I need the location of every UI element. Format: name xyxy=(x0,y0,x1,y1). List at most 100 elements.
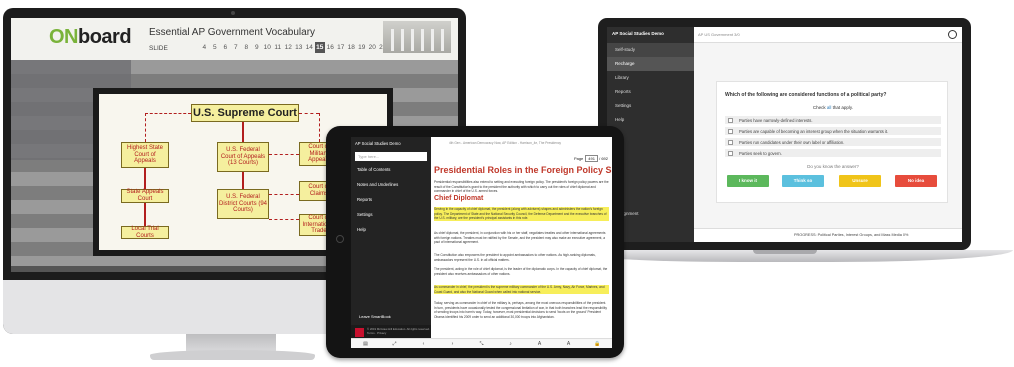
slide-number[interactable]: 13 xyxy=(294,42,305,53)
slide-number[interactable]: 14 xyxy=(304,42,315,53)
slide-number[interactable]: 16 xyxy=(325,42,336,53)
arrow xyxy=(144,203,146,226)
onboard-header: ONboard Essential AP Government Vocabula… xyxy=(11,18,458,60)
answer-option[interactable]: Parties run candidates under their own l… xyxy=(725,138,941,146)
i-know-it-button[interactable]: I know it xyxy=(727,175,769,187)
user-icon[interactable] xyxy=(948,30,957,39)
tablet-app-name: AP Social Studies Demo xyxy=(355,141,401,146)
laptop: AP Social Studies Demo Self-study Rechar… xyxy=(598,18,971,250)
lock-icon[interactable]: 🔒 xyxy=(583,339,612,348)
slide-number[interactable]: 10 xyxy=(262,42,273,53)
question-text: Which of the following are considered fu… xyxy=(725,92,887,98)
nav-settings[interactable]: Settings xyxy=(351,207,431,222)
tablet: AP Social Studies Demo Type here... Tabl… xyxy=(326,126,624,358)
checkbox-icon[interactable] xyxy=(728,128,733,134)
camera-dot xyxy=(231,11,235,15)
nav-self-study[interactable]: Self-study xyxy=(607,43,694,57)
box-highest-state: Highest State Court of Appeals xyxy=(121,142,169,168)
tablet-sidebar: AP Social Studies Demo Type here... Tabl… xyxy=(351,137,431,348)
box-fed-district: U.S. Federal District Courts (94 Courts) xyxy=(217,189,269,219)
answer-option[interactable]: Parties have narrowly-defined interests. xyxy=(725,116,941,124)
nav-table-of-contents[interactable]: Table of Contents xyxy=(351,162,431,177)
box-state-appeals: State Appeals Court xyxy=(121,189,169,203)
laptop-breadcrumb: AP US Government 3/0 xyxy=(698,32,740,37)
nav-reports[interactable]: Reports xyxy=(351,192,431,207)
body-paragraph: The Constitution also empowers the presi… xyxy=(434,253,596,262)
capitol-image xyxy=(383,21,451,53)
nav-library[interactable]: Library xyxy=(607,71,694,85)
question-area: Which of the following are considered fu… xyxy=(694,43,962,228)
no-idea-button[interactable]: No idea xyxy=(895,175,937,187)
next-page-icon[interactable]: › xyxy=(438,339,467,348)
nav-reports[interactable]: Reports xyxy=(607,85,694,99)
laptop-notch xyxy=(753,250,817,254)
page-input[interactable]: 491 xyxy=(585,155,598,162)
slide-number[interactable]: 9 xyxy=(252,42,263,53)
slide-number[interactable]: 5 xyxy=(210,42,221,53)
leave-smartbook-link[interactable]: Leave SmartBook xyxy=(359,314,391,319)
unsure-button[interactable]: Unsure xyxy=(839,175,881,187)
arrow xyxy=(144,168,146,189)
slide-number[interactable]: 17 xyxy=(336,42,347,53)
highlighted-paragraph: Serving in the capacity of chief diploma… xyxy=(434,207,609,221)
arrow xyxy=(242,172,244,189)
subsection-heading: Chief Diplomat xyxy=(434,195,484,202)
slide-number[interactable]: 11 xyxy=(273,42,284,53)
onboard-logo: ONboard xyxy=(49,26,132,48)
slide-number[interactable]: 15 xyxy=(314,42,325,53)
checkbox-icon[interactable] xyxy=(728,117,733,123)
reader-pane: 4th Gen - American Democracy Now, AP Edi… xyxy=(431,137,612,348)
think-so-button[interactable]: Think so xyxy=(782,175,824,187)
instruction-text: Check all that apply. xyxy=(812,105,854,110)
answer-option[interactable]: Parties are capable of becoming an inter… xyxy=(725,127,941,135)
nav-notes-underlines[interactable]: Notes and Underlines xyxy=(351,177,431,192)
tablet-screen: AP Social Studies Demo Type here... Tabl… xyxy=(351,137,612,348)
dashed-connector xyxy=(145,113,146,142)
search-input[interactable]: Type here... xyxy=(355,152,427,161)
copyright-text: © 2019 McGraw-Hill Education. All rights… xyxy=(367,327,430,335)
slide-number[interactable]: 6 xyxy=(220,42,231,53)
nav-help[interactable]: Help xyxy=(351,222,431,237)
slide-number[interactable]: 8 xyxy=(241,42,252,53)
section-heading: Presidential Roles in the Foreign Policy… xyxy=(434,165,612,175)
toc-icon[interactable]: ▤ xyxy=(351,339,380,348)
audio-icon[interactable]: ♪ xyxy=(496,339,525,348)
nav-help[interactable]: Help xyxy=(607,113,694,127)
laptop-topbar: AP US Government 3/0 xyxy=(694,27,962,43)
dashed-connector xyxy=(319,113,320,142)
highlighted-paragraph: As commander in chief, the president is … xyxy=(434,285,609,295)
font-smaller-icon[interactable]: A xyxy=(525,339,554,348)
nav-recharge[interactable]: Recharge xyxy=(607,57,694,71)
prev-page-icon[interactable]: ‹ xyxy=(409,339,438,348)
body-paragraph: As chief diplomat, the president, in con… xyxy=(434,231,606,245)
reader-toolbar: ▤ ⤢ ‹ › ⤡ ♪ A A 🔒 xyxy=(351,338,612,348)
font-larger-icon[interactable]: A xyxy=(554,339,583,348)
progress-footer: PROGRESS: Political Parties, Interest Gr… xyxy=(694,228,962,242)
box-fed-appeals: U.S. Federal Court of Appeals (13 Courts… xyxy=(217,142,269,172)
home-button[interactable] xyxy=(336,235,344,243)
reader-breadcrumb: 4th Gen - American Democracy Now, AP Edi… xyxy=(449,141,562,145)
slide-number[interactable]: 7 xyxy=(231,42,242,53)
body-paragraph: Today, serving as commander in chief of … xyxy=(434,301,607,319)
question-card: Which of the following are considered fu… xyxy=(716,81,948,203)
page-indicator: Page 491 / 692 xyxy=(573,155,608,162)
collapse-icon[interactable]: ⤡ xyxy=(467,339,496,348)
slide-number[interactable]: 19 xyxy=(357,42,368,53)
expand-icon[interactable]: ⤢ xyxy=(380,339,409,348)
slide-number[interactable]: 18 xyxy=(346,42,357,53)
dashed-connector xyxy=(269,219,299,220)
slide-number[interactable]: 20 xyxy=(367,42,378,53)
body-paragraph: The president, acting in the role of chi… xyxy=(434,267,608,276)
nav-settings[interactable]: Settings xyxy=(607,99,694,113)
dashed-connector xyxy=(145,113,191,114)
slide-navigator: 4567891011121314151617181920212223 xyxy=(199,42,409,53)
publisher-logo xyxy=(355,328,364,337)
slide-number[interactable]: 4 xyxy=(199,42,210,53)
checkbox-icon[interactable] xyxy=(728,150,733,156)
checkbox-icon[interactable] xyxy=(728,139,733,145)
answer-option[interactable]: Parties seek to govern. xyxy=(725,149,941,157)
slide-label: SLIDE xyxy=(149,45,168,52)
slide-number[interactable]: 12 xyxy=(283,42,294,53)
laptop-screen: AP Social Studies Demo Self-study Rechar… xyxy=(607,27,962,242)
dashed-connector xyxy=(269,194,299,195)
